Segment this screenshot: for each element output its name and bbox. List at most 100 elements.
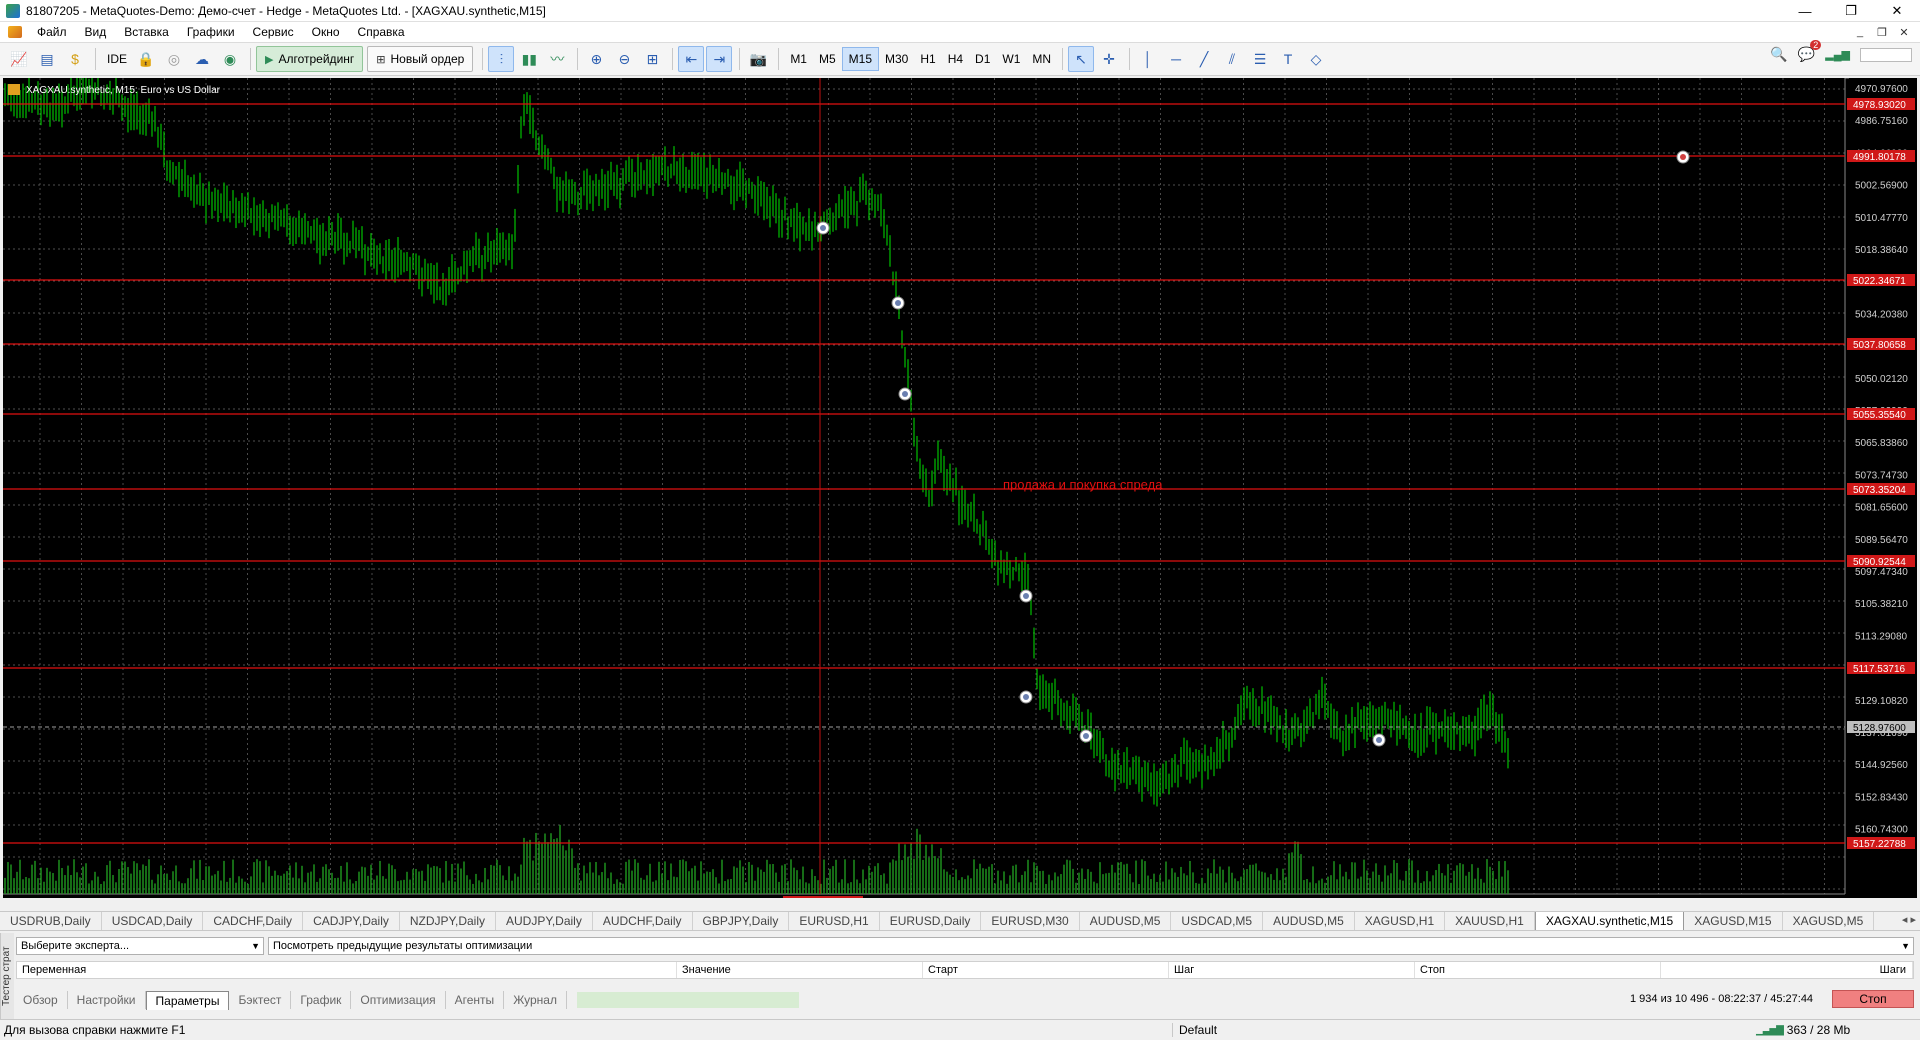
toolbar-separator [739, 48, 741, 70]
price-axis-label: 5050.02120 [1855, 374, 1908, 385]
timeframe-d1[interactable]: D1 [969, 47, 996, 71]
tab-settings[interactable]: Настройки [68, 991, 146, 1009]
channel-icon[interactable]: ⫽ [1219, 46, 1245, 72]
timeframe-mn[interactable]: MN [1026, 47, 1057, 71]
tab-overview[interactable]: Обзор [14, 991, 68, 1009]
trade-marker-dot [820, 225, 826, 231]
crosshair-icon[interactable]: ✛ [1096, 46, 1122, 72]
col-start[interactable]: Старт [923, 962, 1169, 978]
vps-icon[interactable]: ◉ [217, 46, 243, 72]
new-order-button[interactable]: ⊞ Новый ордер [367, 46, 474, 72]
new-chart-icon[interactable]: 📈 [6, 46, 32, 72]
chart-canvas[interactable]: 4970.976004986.751604994.660305002.56900… [3, 69, 1917, 909]
symbol-tab[interactable]: AUDUSD,M5 [1080, 912, 1172, 930]
close-button[interactable]: ✕ [1874, 0, 1920, 22]
notifications-icon[interactable]: 💬 2 [1798, 40, 1822, 63]
timeframe-m30[interactable]: M30 [879, 47, 914, 71]
vertical-line-icon[interactable]: │ [1135, 46, 1161, 72]
stop-button[interactable]: Стоп [1832, 990, 1914, 1008]
col-value[interactable]: Значение [677, 962, 923, 978]
zoom-in-icon[interactable]: ⊕ [583, 46, 609, 72]
timeframe-m5[interactable]: M5 [813, 47, 842, 71]
symbol-tab[interactable]: USDCAD,M5 [1171, 912, 1264, 930]
text-icon[interactable]: T [1275, 46, 1301, 72]
timeframe-h1[interactable]: H1 [914, 47, 941, 71]
symbol-tab[interactable]: USDCAD,Daily [102, 912, 204, 930]
tile-windows-icon[interactable]: ⊞ [639, 46, 665, 72]
symbol-tab[interactable]: USDRUB,Daily [0, 912, 102, 930]
optimization-results-select[interactable]: Посмотреть предыдущие результаты оптимиз… [268, 937, 1914, 955]
fibonacci-icon[interactable]: ☰ [1247, 46, 1273, 72]
timeframe-m1[interactable]: M1 [784, 47, 813, 71]
lock-icon[interactable]: 🔒 [133, 46, 159, 72]
profile-name[interactable]: Default [1172, 1023, 1217, 1037]
chart-close-icon[interactable]: ✕ [1894, 22, 1914, 42]
timeframe-h4[interactable]: H4 [942, 47, 969, 71]
trendline-icon[interactable]: ╱ [1191, 46, 1217, 72]
tab-backtest[interactable]: Бэктест [229, 991, 292, 1009]
col-steps[interactable]: Шаги [1661, 962, 1913, 978]
line-chart-icon[interactable]: 〰 [544, 46, 570, 72]
col-stop[interactable]: Стоп [1415, 962, 1661, 978]
zoom-out-icon[interactable]: ⊖ [611, 46, 637, 72]
tab-journal[interactable]: Журнал [504, 991, 567, 1009]
signals-icon[interactable]: ◎ [161, 46, 187, 72]
cloud-icon[interactable]: ☁ [189, 46, 215, 72]
tab-agents[interactable]: Агенты [446, 991, 505, 1009]
search-icon[interactable]: 🔍 [1770, 46, 1787, 63]
candlestick-icon[interactable]: ▮▮ [516, 46, 542, 72]
signal-strength-icon: ▂▄▆ [1825, 49, 1850, 61]
market-icon[interactable]: $ [62, 46, 88, 72]
tab-graph[interactable]: График [291, 991, 352, 1009]
cursor-icon[interactable]: ↖ [1068, 46, 1095, 72]
network-status[interactable]: ▁▃▅▇ 363 / 28 Mb [1756, 1023, 1850, 1037]
screenshot-icon[interactable]: 📷 [745, 46, 771, 72]
menu-help[interactable]: Справка [349, 22, 414, 42]
menu-insert[interactable]: Вставка [115, 22, 178, 42]
tabs-scroll[interactable]: ◂ ▸ [1902, 913, 1916, 926]
symbol-tab[interactable]: XAGXAU.synthetic,M15 [1534, 912, 1685, 930]
col-variable[interactable]: Переменная [17, 962, 677, 978]
symbol-tab[interactable]: XAUUSD,H1 [1445, 912, 1535, 930]
tab-parameters[interactable]: Параметры [145, 990, 230, 1010]
chart-shift-icon[interactable]: ⇥ [706, 46, 733, 72]
symbol-tab[interactable]: XAGUSD,H1 [1355, 912, 1446, 930]
menu-window[interactable]: Окно [303, 22, 349, 42]
timeframe-w1[interactable]: W1 [996, 47, 1026, 71]
connection-bars-icon: ▁▃▅▇ [1756, 1024, 1784, 1036]
menu-file[interactable]: Файл [28, 22, 76, 42]
chart-restore-icon[interactable]: ❐ [1872, 22, 1892, 42]
symbol-tab[interactable]: AUDJPY,Daily [496, 912, 593, 930]
symbol-tab[interactable]: EURUSD,H1 [789, 912, 880, 930]
shapes-icon[interactable]: ◇ [1303, 46, 1329, 72]
auto-scroll-icon[interactable]: ⇤ [678, 46, 705, 72]
plus-icon: ⊞ [376, 53, 386, 66]
symbol-tab[interactable]: XAGUSD,M15 [1684, 912, 1783, 930]
menu-view[interactable]: Вид [76, 22, 116, 42]
symbol-tab[interactable]: AUDCHF,Daily [593, 912, 693, 930]
col-step[interactable]: Шаг [1169, 962, 1415, 978]
menu-tools[interactable]: Сервис [244, 22, 303, 42]
minimize-button[interactable]: — [1782, 0, 1828, 22]
profiles-icon[interactable]: ▤ [34, 46, 60, 72]
horizontal-line-icon[interactable]: ─ [1163, 46, 1189, 72]
menu-charts[interactable]: Графики [178, 22, 244, 42]
symbol-tab[interactable]: CADCHF,Daily [203, 912, 304, 930]
price-chart[interactable]: 4970.976004986.751604994.660305002.56900… [3, 69, 1917, 909]
symbol-tab[interactable]: EURUSD,M30 [981, 912, 1080, 930]
symbol-tab[interactable]: GBPJPY,Daily [693, 912, 790, 930]
symbol-tab[interactable]: AUDUSD,M5 [1263, 912, 1355, 930]
symbol-tab[interactable]: EURUSD,Daily [880, 912, 982, 930]
algo-trading-button[interactable]: ▶ Алготрейдинг [256, 46, 364, 72]
chart-minimize-icon[interactable]: _ [1850, 22, 1870, 42]
tab-optimization[interactable]: Оптимизация [351, 991, 446, 1009]
symbol-tab[interactable]: CADJPY,Daily [303, 912, 400, 930]
ide-button[interactable]: IDE [101, 52, 133, 66]
price-axis-label: 5073.74730 [1855, 470, 1908, 481]
timeframe-m15[interactable]: M15 [841, 47, 879, 71]
expert-select[interactable]: Выберите эксперта... ▼ [16, 937, 264, 955]
maximize-button[interactable]: ❐ [1828, 0, 1874, 22]
symbol-tab[interactable]: NZDJPY,Daily [400, 912, 497, 930]
bar-chart-icon[interactable]: ⫶ [488, 46, 515, 72]
symbol-tab[interactable]: XAGUSD,M5 [1783, 912, 1875, 930]
